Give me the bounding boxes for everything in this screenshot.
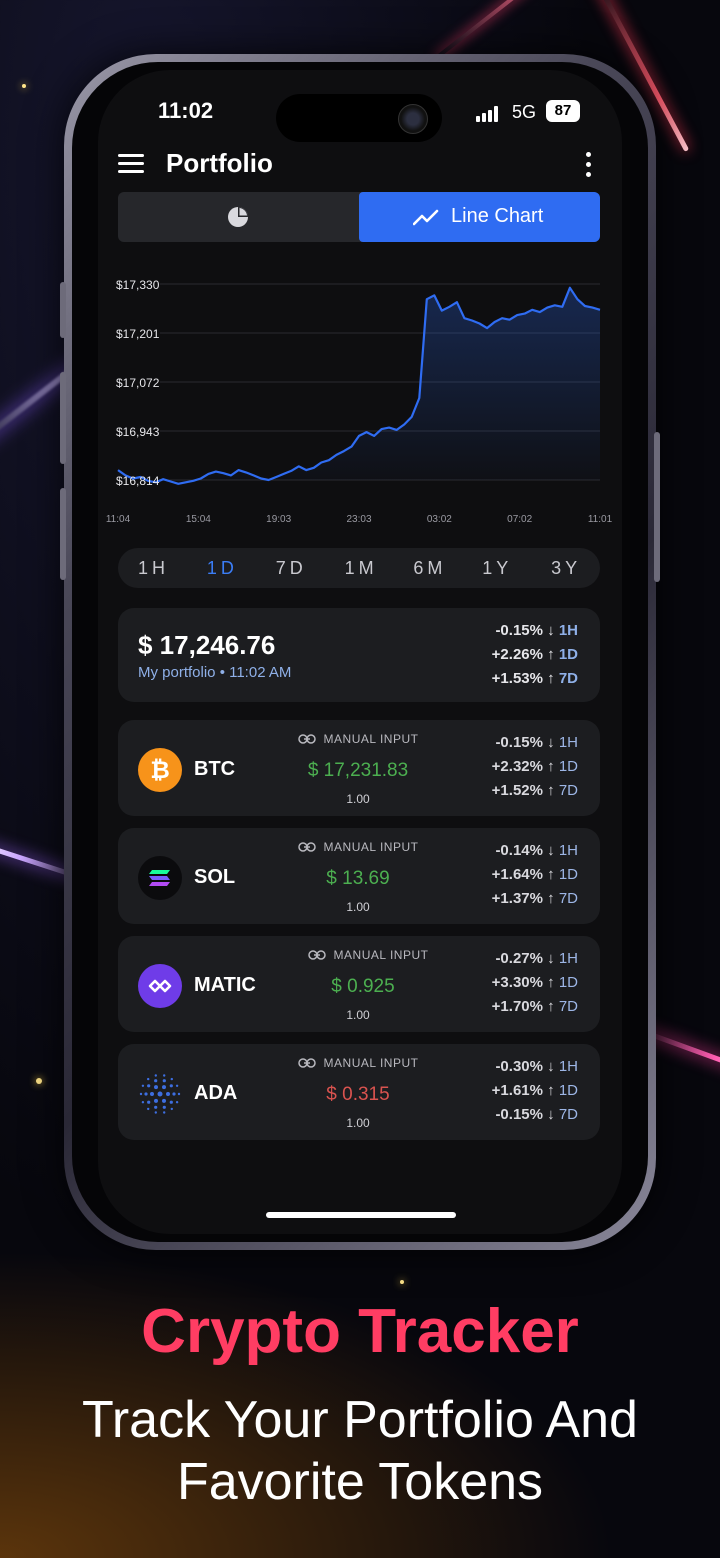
asset-symbol: MATIC — [194, 974, 256, 996]
y-tick-label: $16,814 — [116, 474, 160, 488]
range-7d[interactable]: 7D — [276, 548, 307, 588]
svg-text:₿: ₿ — [150, 757, 170, 784]
x-tick-label: 11:01 — [588, 514, 613, 525]
portfolio-subtitle: My portfolio • 11:02 AM — [138, 664, 292, 681]
home-indicator[interactable] — [266, 1212, 456, 1218]
status-time: 11:02 — [158, 98, 214, 123]
y-tick-label: $17,201 — [116, 327, 160, 341]
y-tick-label: $16,943 — [116, 425, 160, 439]
bitcoin-icon: ₿ — [138, 748, 182, 792]
asset-symbol: SOL — [194, 866, 236, 888]
asset-change-7d: +1.70% ↑ 7D — [491, 998, 578, 1015]
link-icon — [297, 1058, 316, 1068]
asset-quantity: 1.00 — [346, 1008, 370, 1022]
neon-streak — [434, 0, 556, 60]
x-tick-label: 11:04 — [106, 514, 131, 525]
y-tick-label: $17,330 — [116, 278, 160, 292]
asset-change-1d: +2.32% ↑ 1D — [491, 758, 578, 775]
star-dot — [36, 1078, 42, 1084]
star-dot — [22, 84, 26, 88]
asset-change-1d: +1.64% ↑ 1D — [491, 866, 578, 883]
asset-change-7d: +1.37% ↑ 7D — [491, 890, 578, 907]
asset-change-1d: +3.30% ↑ 1D — [491, 974, 578, 991]
range-1h[interactable]: 1H — [138, 548, 169, 588]
manual-input-label: MANUAL INPUT — [258, 732, 458, 746]
promo-headline: Crypto Tracker — [141, 1297, 579, 1366]
asset-change-1d: +1.61% ↑ 1D — [491, 1082, 578, 1099]
phone-side-button — [60, 372, 66, 464]
line-chart-label: Line Chart — [451, 205, 544, 227]
asset-symbol: ADA — [194, 1082, 238, 1104]
promo-subline-1: Track Your Portfolio And — [82, 1391, 638, 1449]
asset-quantity: 1.00 — [346, 792, 370, 806]
asset-price: $ 0.315 — [326, 1084, 390, 1105]
trend-line-icon — [413, 209, 439, 226]
x-tick-label: 03:02 — [427, 514, 452, 525]
range-1d[interactable]: 1D — [207, 548, 238, 588]
asset-card-ada[interactable]: ADA MANUAL INPUT $ 0.315 1.00 -0.30% ↓ 1H +1.… — [118, 1044, 600, 1140]
asset-change-1h: -0.14% ↓ 1H — [495, 842, 578, 859]
signal-icon — [476, 106, 502, 122]
pie-chart-icon — [228, 207, 248, 227]
asset-card-btc[interactable]: ₿ BTC MANUAL INPUT $ 17,231.83 1.00 -0.15% ↓ … — [118, 720, 600, 816]
link-icon — [307, 950, 326, 960]
app-bar: Portfolio — [98, 140, 622, 190]
asset-change-1h: -0.30% ↓ 1H — [495, 1058, 578, 1075]
manual-input-label: MANUAL INPUT — [258, 1056, 458, 1070]
range-6m[interactable]: 6M — [413, 548, 446, 588]
portfolio-change-1d: +2.26% ↑ 1D — [491, 646, 578, 663]
asset-price: $ 13.69 — [326, 868, 390, 889]
network-type: 5G — [512, 102, 537, 122]
phone-side-button — [60, 282, 66, 338]
asset-price: $ 17,231.83 — [307, 760, 409, 781]
x-tick-label: 23:03 — [346, 514, 371, 525]
phone-screen: 11:02 5G 87 Portfolio Line Chart $17,330… — [98, 70, 622, 1234]
phone-side-button — [60, 488, 66, 580]
asset-quantity: 1.00 — [346, 1116, 370, 1130]
asset-quantity: 1.00 — [346, 900, 370, 914]
more-options-icon[interactable] — [586, 152, 592, 178]
portfolio-change-7d: +1.53% ↑ 7D — [491, 670, 578, 687]
asset-change-7d: +1.52% ↑ 7D — [491, 782, 578, 799]
portfolio-total: $ 17,246.76 — [138, 630, 276, 660]
menu-icon[interactable] — [118, 154, 144, 174]
portfolio-change-1h: -0.15% ↓ 1H — [495, 622, 578, 639]
asset-symbol: BTC — [194, 758, 236, 780]
battery-icon: 87 — [546, 100, 580, 122]
range-3y[interactable]: 3Y — [551, 548, 581, 588]
asset-change-7d: -0.15% ↓ 7D — [495, 1106, 578, 1123]
x-tick-label: 07:02 — [507, 514, 532, 525]
x-tick-label: 19:03 — [266, 514, 291, 525]
portfolio-line-chart: $17,330 $17,201 $17,072 $16,943 $16,814 11:0… — [106, 278, 613, 525]
x-tick-label: 15:04 — [186, 514, 211, 525]
line-chart-tab[interactable]: Line Chart — [359, 192, 600, 242]
phone-side-button — [654, 432, 660, 582]
range-1m[interactable]: 1M — [345, 548, 378, 588]
time-range-selector: 1H 1D 7D 1M 6M 1Y 3Y — [118, 548, 600, 588]
dynamic-island — [276, 94, 442, 142]
y-tick-label: $17,072 — [116, 376, 160, 390]
polygon-icon — [138, 964, 182, 1008]
portfolio-summary-card[interactable]: $ 17,246.76 My portfolio • 11:02 AM -0.1… — [118, 608, 600, 702]
solana-icon — [138, 856, 182, 900]
manual-input-label: MANUAL INPUT — [258, 840, 458, 854]
range-1y[interactable]: 1Y — [482, 548, 512, 588]
link-icon — [297, 734, 316, 744]
status-bar: 11:02 5G 87 — [98, 94, 622, 142]
asset-change-1h: -0.27% ↓ 1H — [495, 950, 578, 967]
asset-card-matic[interactable]: MATIC MANUAL INPUT $ 0.925 1.00 -0.27% ↓ 1H +… — [118, 936, 600, 1032]
asset-price: $ 0.925 — [331, 976, 395, 997]
asset-change-1h: -0.15% ↓ 1H — [495, 734, 578, 751]
cardano-icon — [138, 1072, 182, 1116]
chart-type-toggle: Line Chart — [118, 192, 600, 242]
asset-card-sol[interactable]: SOL MANUAL INPUT $ 13.69 1.00 -0.14% ↓ 1H +1.… — [118, 828, 600, 924]
chart-area-fill — [118, 287, 600, 484]
link-icon — [297, 842, 316, 852]
camera-icon — [398, 104, 428, 134]
promo-subline-2: Favorite Tokens — [176, 1453, 544, 1511]
pie-chart-tab[interactable] — [118, 192, 358, 242]
page-title: Portfolio — [166, 148, 273, 178]
star-dot — [400, 1280, 404, 1284]
